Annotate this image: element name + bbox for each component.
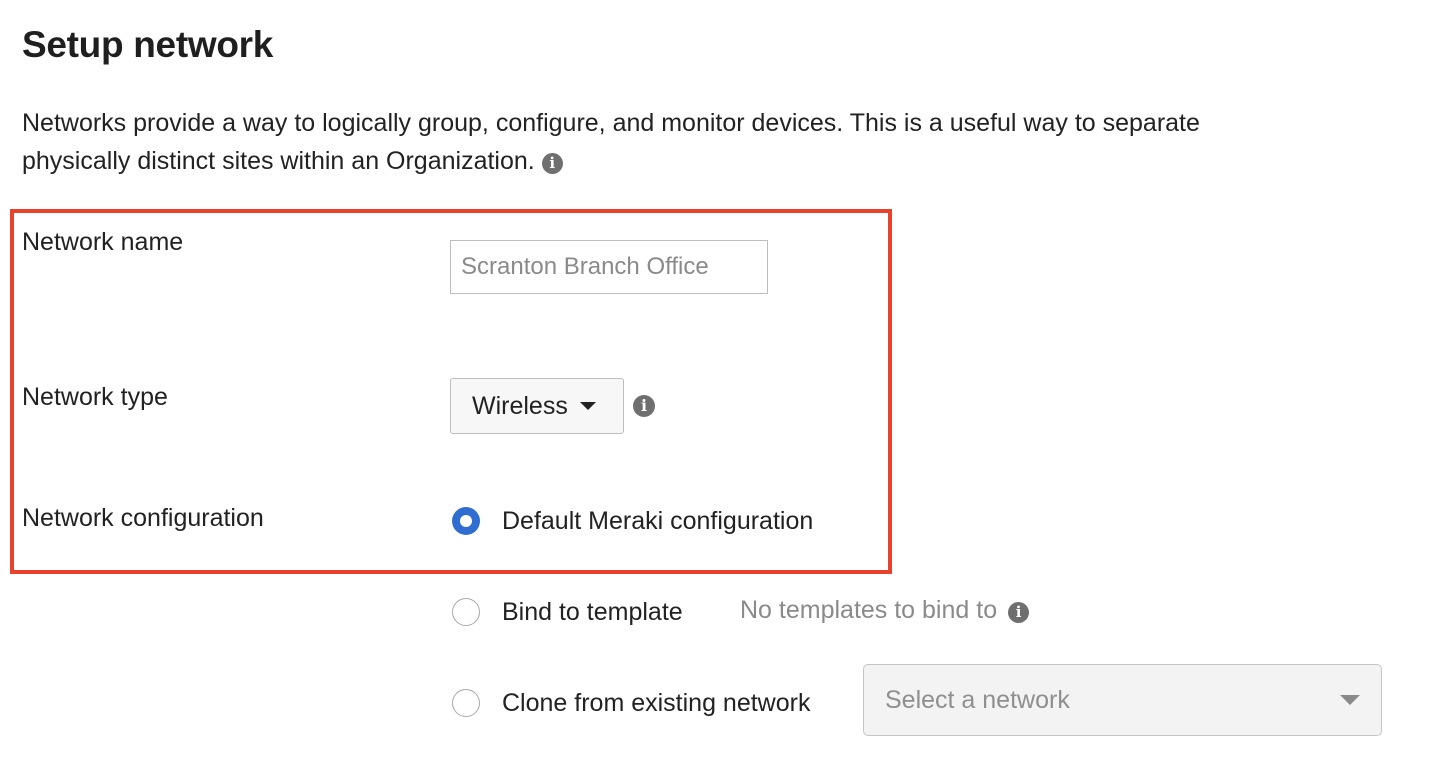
select-network-placeholder: Select a network [885, 685, 1070, 714]
clone-network-label[interactable]: Clone from existing network [502, 689, 810, 718]
caret-down-icon [1340, 695, 1360, 705]
network-name-input[interactable] [450, 240, 768, 294]
network-type-label: Network type [22, 383, 168, 411]
network-name-label: Network name [22, 228, 184, 256]
page-description: Networks provide a way to logically grou… [22, 104, 1262, 180]
page-title: Setup network [22, 24, 274, 65]
description-text: Networks provide a way to logically grou… [22, 109, 1200, 175]
info-icon[interactable]: i [1008, 602, 1030, 623]
info-icon[interactable]: i [541, 153, 563, 174]
bind-template-label[interactable]: Bind to template [502, 598, 683, 627]
network-type-value: Wireless [472, 391, 568, 420]
default-config-radio[interactable] [452, 507, 480, 535]
no-templates-note: No templates to bind to i [740, 596, 1030, 625]
network-configuration-label: Network configuration [22, 504, 264, 532]
clone-network-radio[interactable] [452, 689, 480, 717]
caret-down-icon [579, 402, 596, 410]
info-icon[interactable]: i [633, 395, 655, 417]
network-type-select[interactable]: Wireless [450, 378, 624, 434]
no-templates-text: No templates to bind to [740, 596, 998, 624]
bind-template-radio[interactable] [452, 598, 480, 626]
default-config-label[interactable]: Default Meraki configuration [502, 507, 813, 536]
select-network-dropdown[interactable]: Select a network [863, 664, 1382, 736]
